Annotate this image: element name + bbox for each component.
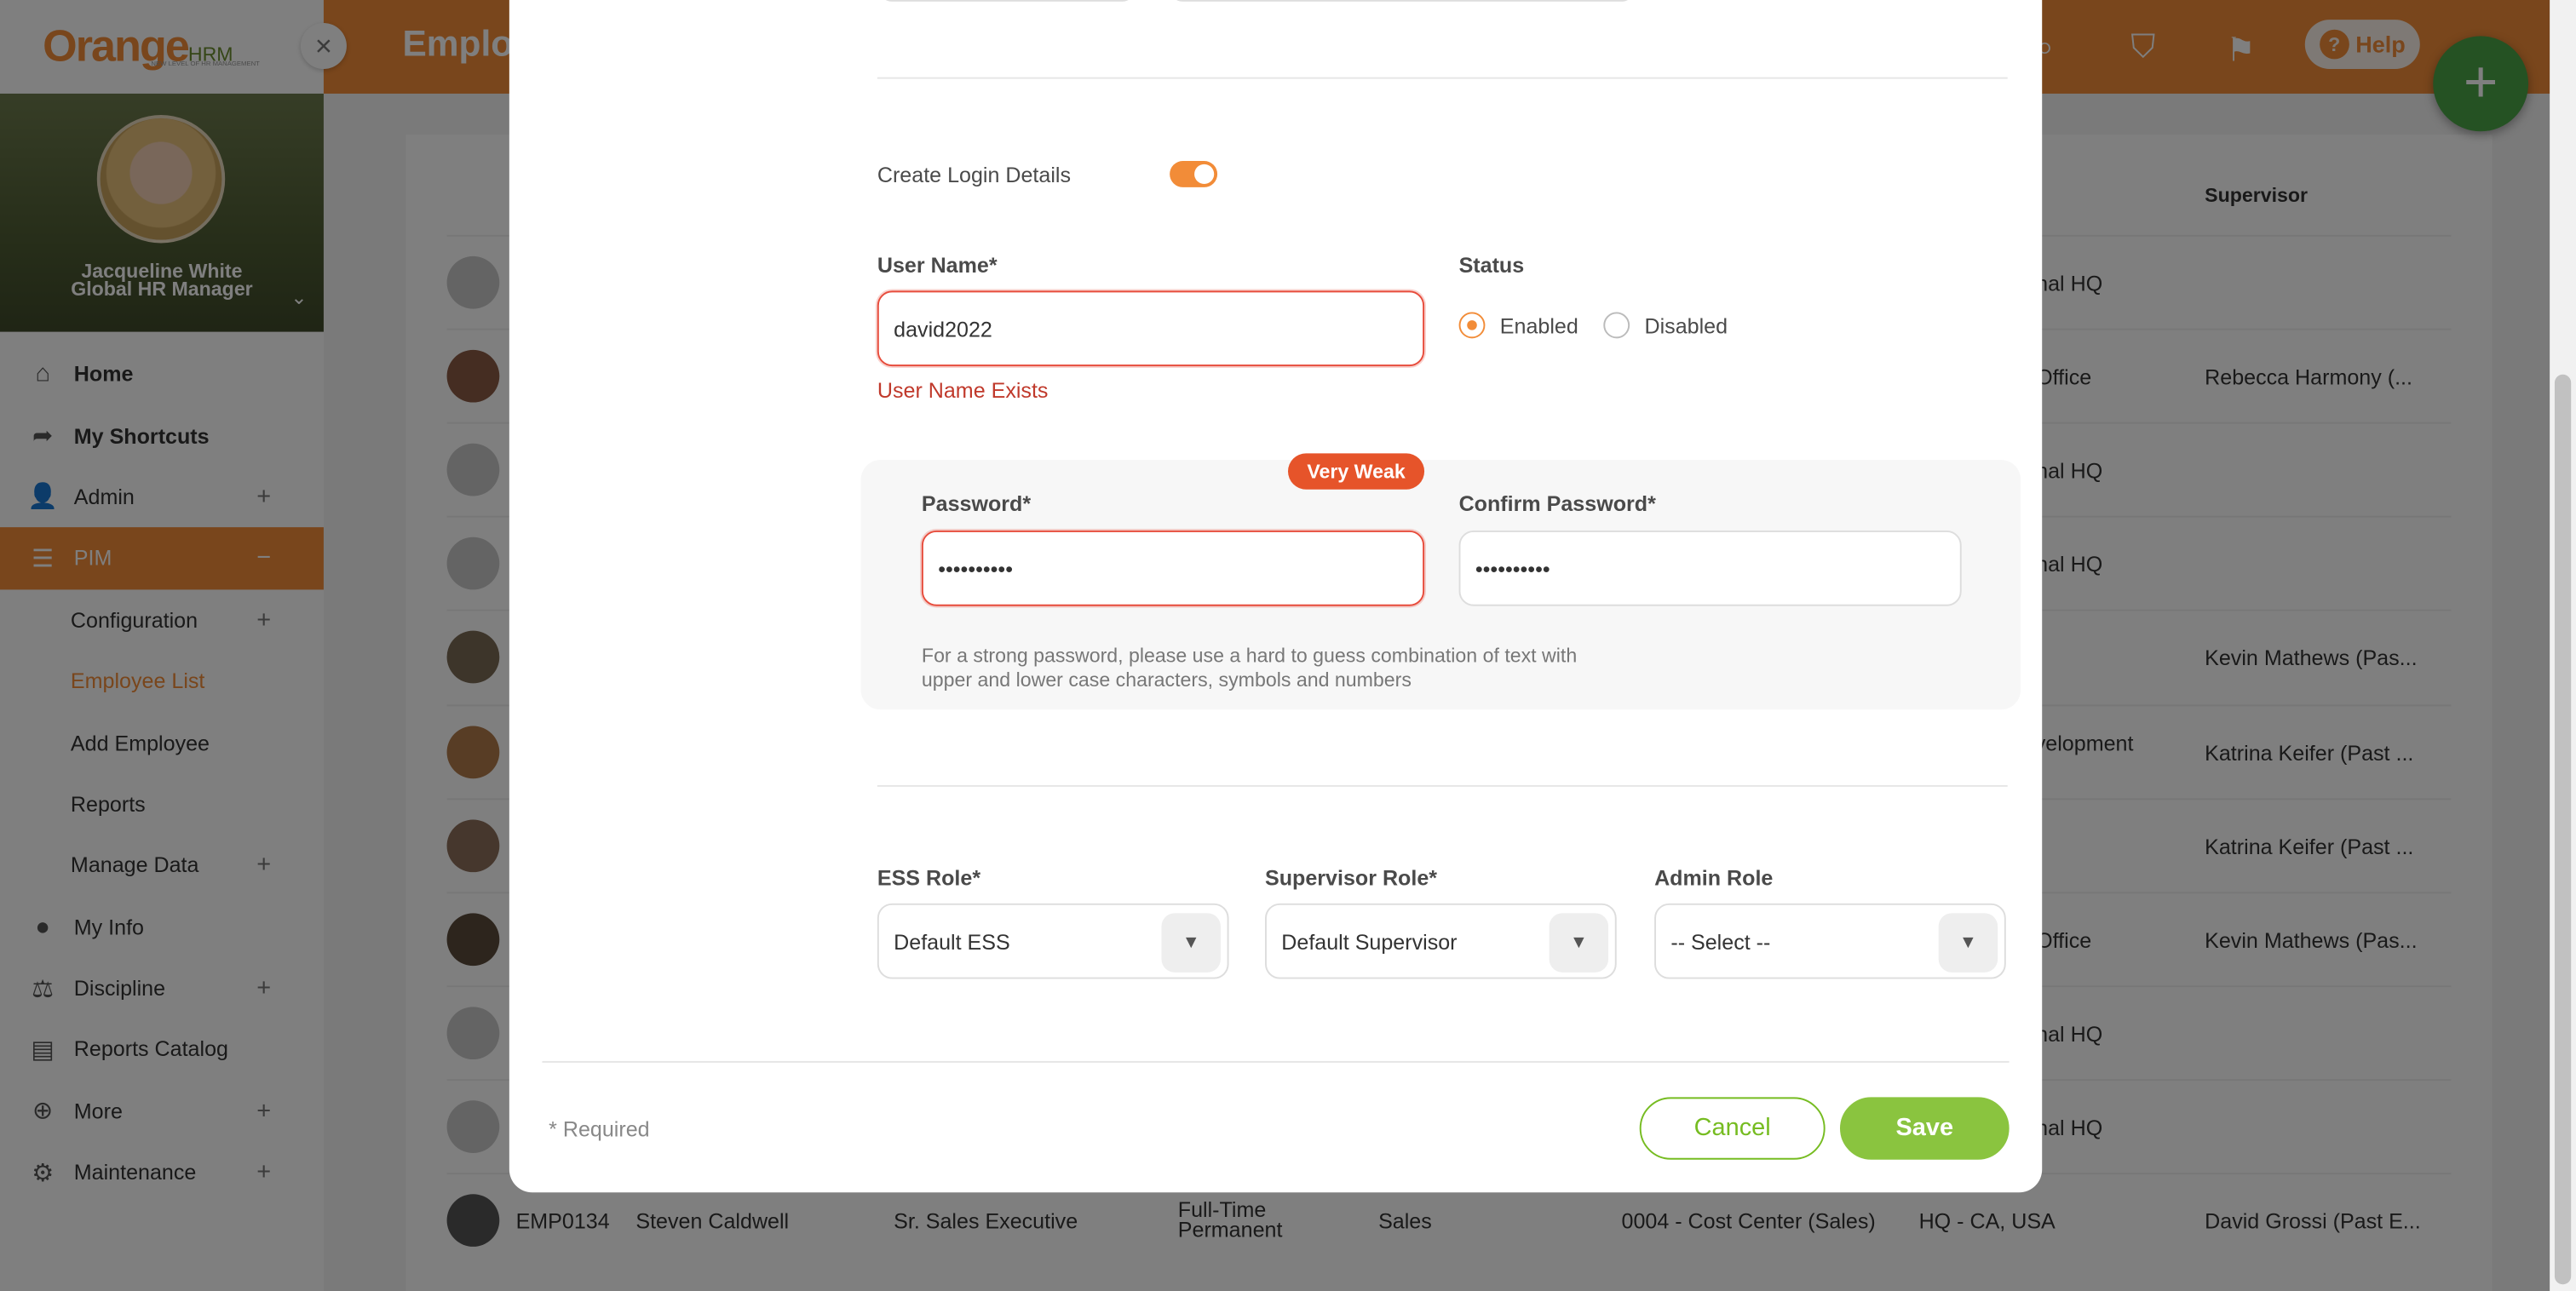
create-login-toggle[interactable] xyxy=(1170,161,1218,187)
confirm-password-field[interactable]: •••••••••• xyxy=(1458,530,1962,606)
required-note: * Required xyxy=(549,1116,650,1142)
username-label: User Name* xyxy=(877,253,998,278)
divider xyxy=(542,1060,2010,1063)
create-login-label: Create Login Details xyxy=(877,162,1072,187)
status-enabled-label[interactable]: Enabled xyxy=(1500,313,1578,338)
admin-role-select[interactable]: -- Select -- ▼ xyxy=(1654,903,2006,979)
password-strength-badge: Very Weak xyxy=(1287,453,1425,490)
status-label: Status xyxy=(1458,253,1525,278)
supervisor-role-label: Supervisor Role* xyxy=(1264,865,1438,891)
status-disabled-radio[interactable] xyxy=(1603,312,1630,339)
cancel-button[interactable]: Cancel xyxy=(1639,1097,1826,1160)
ess-role-select[interactable]: Default ESS ▼ xyxy=(877,903,1229,979)
ess-role-label: ESS Role* xyxy=(877,865,981,891)
admin-role-label: Admin Role xyxy=(1654,865,1774,891)
password-hint: For a strong password, please use a hard… xyxy=(921,644,1578,691)
divider xyxy=(877,77,2008,79)
confirm-password-label: Confirm Password* xyxy=(1458,491,1656,516)
field-edge xyxy=(1170,0,1635,2)
create-login-modal: Create Login Details User Name* david202… xyxy=(509,0,2043,1193)
caret-down-icon: ▼ xyxy=(1161,913,1221,973)
scrollbar[interactable] xyxy=(2550,0,2576,1291)
caret-down-icon: ▼ xyxy=(1938,913,1998,973)
scrollbar-thumb[interactable] xyxy=(2554,374,2572,1285)
password-label: Password* xyxy=(921,491,1032,516)
username-field[interactable]: david2022 xyxy=(877,290,1425,367)
caret-down-icon: ▼ xyxy=(1549,913,1609,973)
field-edge xyxy=(878,0,1136,2)
supervisor-role-select[interactable]: Default Supervisor ▼ xyxy=(1264,903,1617,979)
status-enabled-radio[interactable] xyxy=(1458,312,1486,339)
username-error: User Name Exists xyxy=(877,377,1049,403)
status-disabled-label[interactable]: Disabled xyxy=(1644,313,1728,338)
save-button[interactable]: Save xyxy=(1839,1097,2010,1160)
divider xyxy=(877,784,2008,787)
password-field[interactable]: •••••••••• xyxy=(921,530,1425,606)
